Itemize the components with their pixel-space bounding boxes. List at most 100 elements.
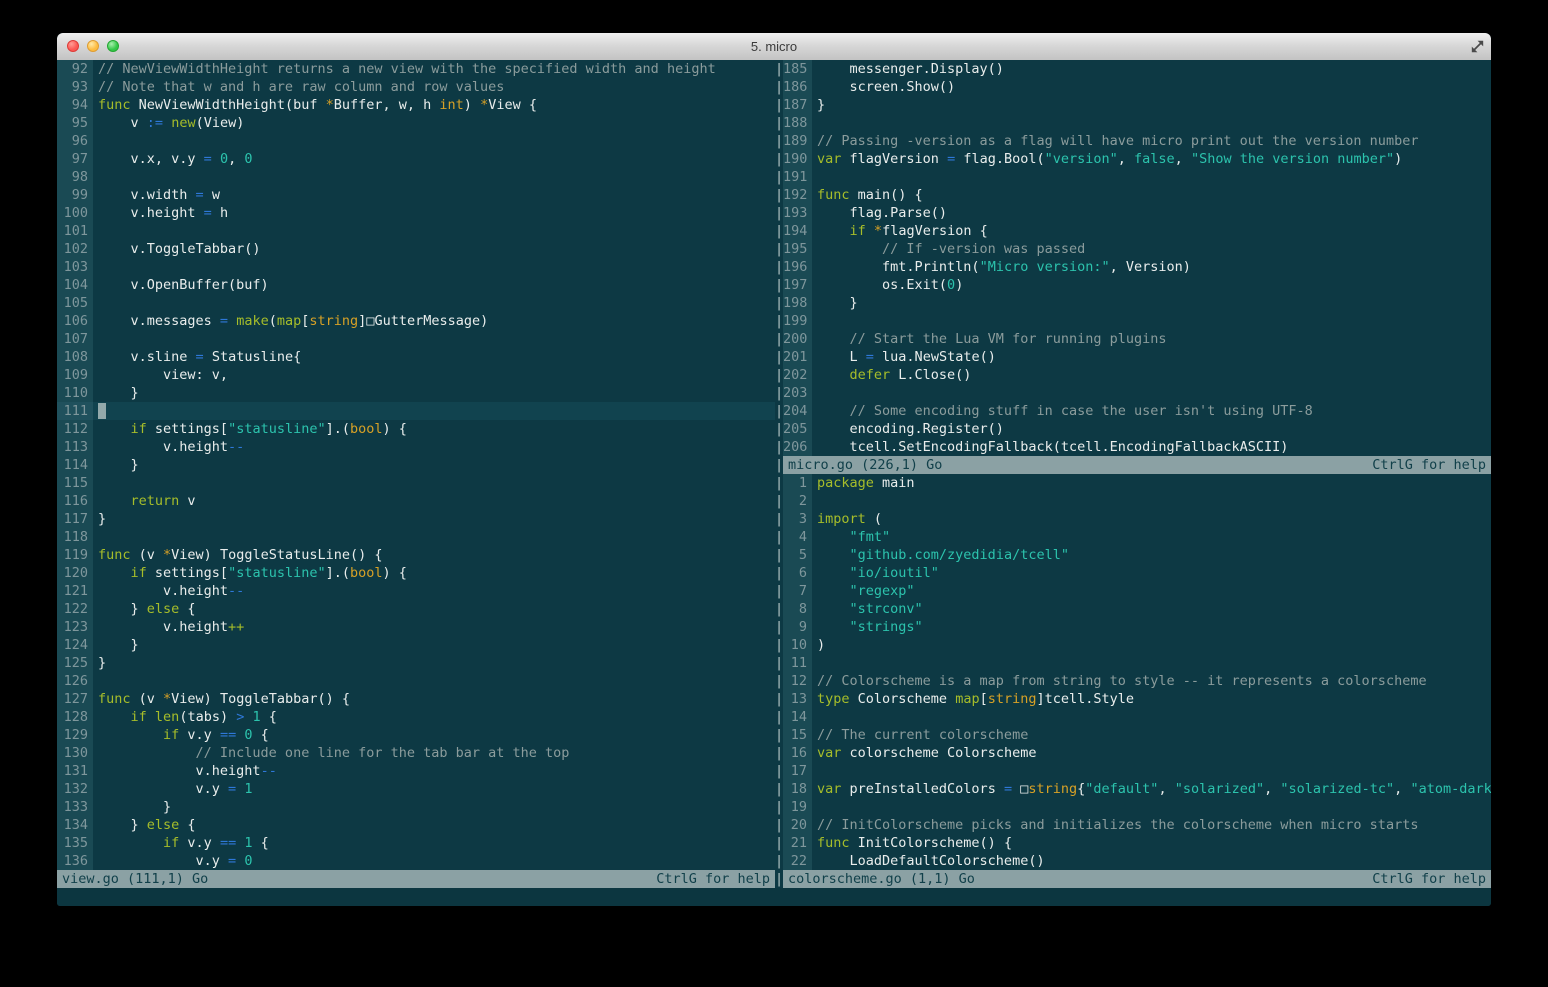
code-text[interactable]: [812, 654, 1491, 672]
line-number: 17: [783, 762, 812, 780]
line-number: 126: [57, 672, 93, 690]
code-text[interactable]: }: [93, 510, 775, 528]
code-text[interactable]: v.y = 1: [93, 780, 775, 798]
divider-glyph: |: [775, 133, 784, 149]
code-text[interactable]: }: [93, 636, 775, 654]
code-text[interactable]: [812, 492, 1491, 510]
code-text[interactable]: // Colorscheme is a map from string to s…: [812, 672, 1491, 690]
code-text[interactable]: func NewViewWidthHeight(buf *Buffer, w, …: [93, 96, 775, 114]
code-text[interactable]: ): [812, 636, 1491, 654]
code-text[interactable]: [93, 258, 775, 276]
code-text[interactable]: }: [93, 384, 775, 402]
command-bar[interactable]: [57, 888, 1491, 906]
code-text[interactable]: // Note that w and h are raw column and …: [93, 78, 775, 96]
code-text[interactable]: func (v *View) ToggleStatusLine() {: [93, 546, 775, 564]
code-text[interactable]: // The current colorscheme: [812, 726, 1491, 744]
code-text[interactable]: encoding.Register(): [812, 420, 1491, 438]
code-text[interactable]: var flagVersion = flag.Bool("version", f…: [812, 150, 1491, 168]
code-text[interactable]: os.Exit(0): [812, 276, 1491, 294]
code-text[interactable]: [812, 384, 1491, 402]
code-text[interactable]: L = lua.NewState(): [812, 348, 1491, 366]
code-text[interactable]: // Passing -version as a flag will have …: [812, 132, 1491, 150]
line-number: 120: [57, 564, 93, 582]
code-text[interactable]: defer L.Close(): [812, 366, 1491, 384]
code-text[interactable]: v := new(View): [93, 114, 775, 132]
resize-icon[interactable]: [1470, 39, 1485, 54]
code-text[interactable]: "github.com/zyedidia/tcell": [812, 546, 1491, 564]
code-text[interactable]: var preInstalledColors = □string{"defaul…: [812, 780, 1491, 798]
code-text[interactable]: }: [812, 294, 1491, 312]
code-text[interactable]: [93, 132, 775, 150]
code-text[interactable]: }: [93, 654, 775, 672]
code-text[interactable]: messenger.Display(): [812, 60, 1491, 78]
code-text[interactable]: [812, 168, 1491, 186]
code-text[interactable]: }: [93, 798, 775, 816]
code-text[interactable]: func main() {: [812, 186, 1491, 204]
code-text[interactable]: if len(tabs) > 1 {: [93, 708, 775, 726]
code-text[interactable]: "io/ioutil": [812, 564, 1491, 582]
code-text[interactable]: // Include one line for the tab bar at t…: [93, 744, 775, 762]
code-text[interactable]: [93, 330, 775, 348]
code-text[interactable]: v.ToggleTabbar(): [93, 240, 775, 258]
code-text[interactable]: v.OpenBuffer(buf): [93, 276, 775, 294]
code-text[interactable]: package main: [812, 474, 1491, 492]
code-text[interactable]: v.height = h: [93, 204, 775, 222]
code-text[interactable]: if v.y == 0 {: [93, 726, 775, 744]
code-text[interactable]: }: [93, 456, 775, 474]
code-text[interactable]: v.height--: [93, 438, 775, 456]
code-text[interactable]: tcell.SetEncodingFallback(tcell.Encoding…: [812, 438, 1491, 456]
code-text[interactable]: screen.Show(): [812, 78, 1491, 96]
code-text[interactable]: [93, 474, 775, 492]
divider-glyph: |: [775, 655, 784, 671]
code-text[interactable]: "fmt": [812, 528, 1491, 546]
code-text[interactable]: }: [812, 96, 1491, 114]
code-text[interactable]: [93, 528, 775, 546]
code-text[interactable]: [93, 672, 775, 690]
code-text[interactable]: fmt.Println("Micro version:", Version): [812, 258, 1491, 276]
code-text[interactable]: // Some encoding stuff in case the user …: [812, 402, 1491, 420]
code-text[interactable]: v.height--: [93, 582, 775, 600]
code-text[interactable]: LoadDefaultColorscheme(): [812, 852, 1491, 870]
code-text[interactable]: v.height++: [93, 618, 775, 636]
code-text[interactable]: // InitColorscheme picks and initializes…: [812, 816, 1491, 834]
code-text[interactable]: [812, 708, 1491, 726]
code-text[interactable]: v.sline = Statusline{: [93, 348, 775, 366]
code-text[interactable]: } else {: [93, 600, 775, 618]
code-text[interactable]: "strings": [812, 618, 1491, 636]
code-text[interactable]: // Start the Lua VM for running plugins: [812, 330, 1491, 348]
code-text[interactable]: [812, 114, 1491, 132]
code-text[interactable]: [812, 762, 1491, 780]
code-text[interactable]: if settings["statusline"].(bool) {: [93, 420, 775, 438]
code-text[interactable]: "strconv": [812, 600, 1491, 618]
code-text[interactable]: [93, 402, 775, 420]
code-text[interactable]: flag.Parse(): [812, 204, 1491, 222]
code-text[interactable]: if v.y == 1 {: [93, 834, 775, 852]
code-text[interactable]: v.x, v.y = 0, 0: [93, 150, 775, 168]
code-text[interactable]: [93, 222, 775, 240]
divider-glyph: |: [775, 457, 784, 473]
code-text[interactable]: if settings["statusline"].(bool) {: [93, 564, 775, 582]
code-text[interactable]: import (: [812, 510, 1491, 528]
code-text[interactable]: [812, 312, 1491, 330]
code-text[interactable]: v.messages = make(map[string]□GutterMess…: [93, 312, 775, 330]
code-text[interactable]: // NewViewWidthHeight returns a new view…: [93, 60, 775, 78]
code-text[interactable]: v.height--: [93, 762, 775, 780]
code-text[interactable]: if *flagVersion {: [812, 222, 1491, 240]
code-text[interactable]: v.width = w: [93, 186, 775, 204]
code-text[interactable]: [93, 168, 775, 186]
code-text[interactable]: func InitColorscheme() {: [812, 834, 1491, 852]
code-text[interactable]: var colorscheme Colorscheme: [812, 744, 1491, 762]
code-text[interactable]: // If -version was passed: [812, 240, 1491, 258]
code-text[interactable]: func (v *View) ToggleTabbar() {: [93, 690, 775, 708]
code-text[interactable]: [812, 798, 1491, 816]
code-text[interactable]: } else {: [93, 816, 775, 834]
divider-glyph: |: [775, 601, 784, 617]
divider-glyph: |: [775, 565, 784, 581]
code-text[interactable]: "regexp": [812, 582, 1491, 600]
code-text[interactable]: return v: [93, 492, 775, 510]
code-text[interactable]: v.y = 0: [93, 852, 775, 870]
code-text[interactable]: [93, 294, 775, 312]
titlebar[interactable]: 5. micro: [57, 33, 1491, 61]
code-text[interactable]: type Colorscheme map[string]tcell.Style: [812, 690, 1491, 708]
code-text[interactable]: view: v,: [93, 366, 775, 384]
